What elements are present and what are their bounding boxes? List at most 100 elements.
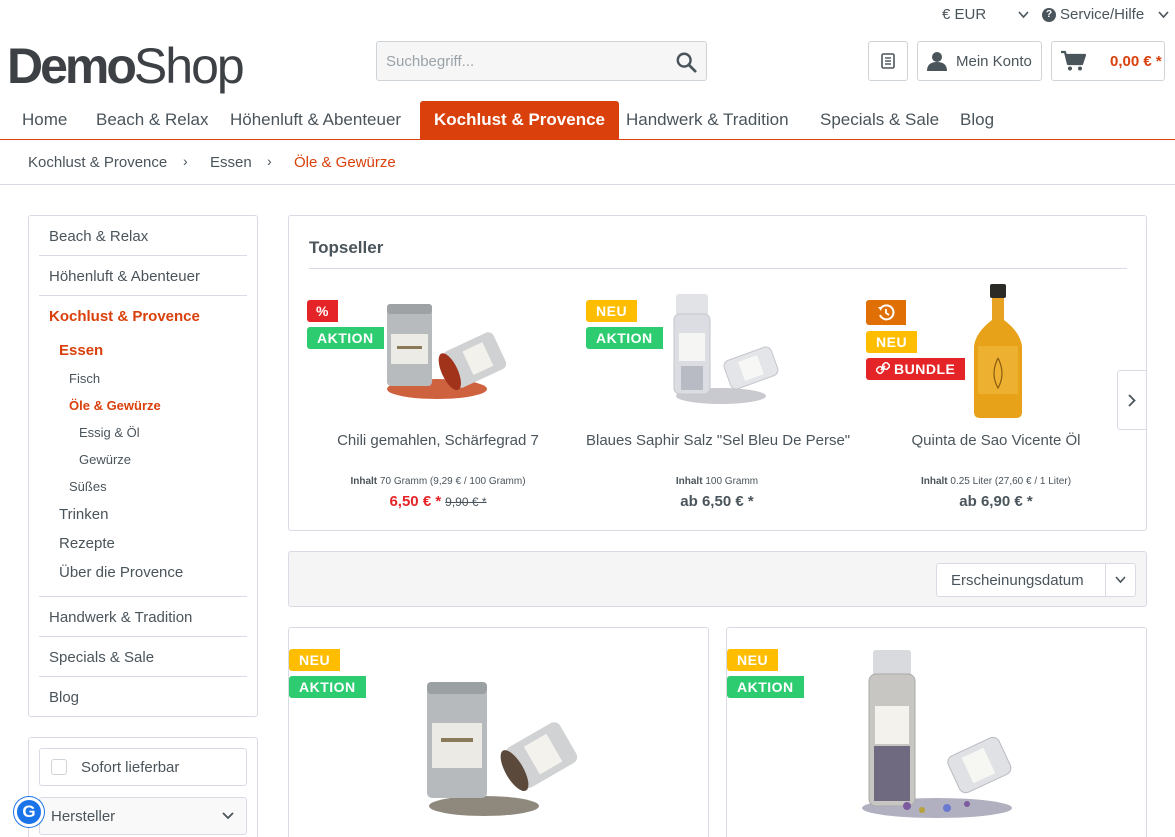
search-box xyxy=(376,41,707,81)
logo-part-demo: Demo xyxy=(7,38,137,94)
content-value: 70 Gramm (9,29 € / 100 Gramm) xyxy=(379,476,526,487)
shop-logo[interactable]: DemoShop xyxy=(7,36,245,96)
product-image-salt[interactable] xyxy=(641,288,791,408)
sidebar-item-blog[interactable]: Blog xyxy=(49,689,79,706)
sidebar-divider xyxy=(39,636,247,637)
topseller-slider: Topseller % AKTION Chili gemahlen, Schär… xyxy=(288,215,1147,531)
chevron-right-icon: › xyxy=(267,153,272,169)
sidebar-item-rezepte[interactable]: Rezepte xyxy=(59,535,115,552)
top-bar: € EUR ? Service/Hilfe xyxy=(0,0,1175,30)
product-image-oil[interactable] xyxy=(968,284,1028,419)
slider-next-button[interactable] xyxy=(1117,370,1147,430)
filter-manufacturer[interactable]: Hersteller xyxy=(39,797,247,835)
content-value: 0.25 Liter (27,60 € / 1 Liter) xyxy=(950,476,1072,487)
breadcrumb-item-current[interactable]: Öle & Gewürze xyxy=(294,154,396,171)
nav-item-home[interactable]: Home xyxy=(22,101,67,139)
sidebar-item-hoehenluft[interactable]: Höhenluft & Abenteuer xyxy=(49,268,200,285)
chevron-right-icon xyxy=(1128,393,1136,407)
sort-dropdown-toggle[interactable] xyxy=(1105,564,1135,596)
sidebar-item-oele-gewuerze[interactable]: Öle & Gewürze xyxy=(69,398,161,413)
sidebar-item-specials[interactable]: Specials & Sale xyxy=(49,649,154,666)
breadcrumb-item-kochlust[interactable]: Kochlust & Provence xyxy=(28,154,167,171)
listing-actions: Erscheinungsdatum xyxy=(288,551,1147,607)
search-input[interactable] xyxy=(377,42,657,80)
sidebar-item-provence[interactable]: Über die Provence xyxy=(59,564,183,581)
nav-item-kochlust[interactable]: Kochlust & Provence xyxy=(420,101,619,139)
service-menu[interactable]: ? Service/Hilfe xyxy=(1042,6,1169,23)
main-navigation: Home Beach & Relax Höhenluft & Abenteuer… xyxy=(0,101,1175,140)
manufacturer-label: Hersteller xyxy=(51,807,116,825)
breadcrumb-item-essen[interactable]: Essen xyxy=(210,154,252,171)
nav-item-handwerk[interactable]: Handwerk & Tradition xyxy=(626,101,789,139)
search-icon[interactable] xyxy=(674,51,698,73)
nav-item-specials[interactable]: Specials & Sale xyxy=(820,101,939,139)
product-price: 6,50 € * 9,90 € * xyxy=(307,493,569,510)
topseller-product-3[interactable]: NEU BUNDLE Quinta de Sao Vicente Öl Inha… xyxy=(865,284,1127,514)
sidebar-item-fisch[interactable]: Fisch xyxy=(69,371,100,386)
cart-icon xyxy=(1061,50,1086,71)
product-price: ab 6,90 € * xyxy=(959,493,1033,510)
cart-amount: 0,00 € * xyxy=(1110,52,1162,70)
breadcrumb: Kochlust & Provence › Essen › Öle & Gewü… xyxy=(0,140,1175,185)
sidebar-item-essen[interactable]: Essen xyxy=(59,342,103,359)
sidebar-item-trinken[interactable]: Trinken xyxy=(59,506,108,523)
nav-item-blog[interactable]: Blog xyxy=(960,101,994,139)
currency-switcher[interactable]: € EUR xyxy=(942,6,1029,23)
product-image-herbs[interactable] xyxy=(847,646,1027,826)
category-sidebar: Beach & Relax Höhenluft & Abenteuer Koch… xyxy=(28,215,258,717)
product-content: Inhalt 0.25 Liter (27,60 € / 1 Liter) xyxy=(865,476,1127,487)
sidebar-divider xyxy=(39,596,247,597)
product-image-chili[interactable] xyxy=(367,294,517,404)
logo-part-shop: Shop xyxy=(133,38,245,94)
topseller-product-2[interactable]: NEU AKTION Blaues Saphir Salz "Sel Bleu … xyxy=(586,284,850,514)
service-label: Service/Hilfe xyxy=(1060,6,1145,23)
sidebar-divider xyxy=(39,676,247,677)
grammar-assistant-icon[interactable]: G xyxy=(14,797,44,827)
link-icon xyxy=(876,361,890,375)
sort-selected-value: Erscheinungsdatum xyxy=(951,571,1084,589)
product-name[interactable]: Quinta de Sao Vicente Öl xyxy=(865,432,1127,449)
question-icon: ? xyxy=(1042,7,1056,22)
topseller-divider xyxy=(309,268,1127,269)
sale-price: 6,50 € * xyxy=(389,493,442,510)
filter-instant-delivery[interactable]: Sofort lieferbar xyxy=(39,748,247,786)
badge-discount: % xyxy=(307,300,338,322)
product-name[interactable]: Blaues Saphir Salz "Sel Bleu De Perse" xyxy=(586,432,850,449)
account-label: Mein Konto xyxy=(956,52,1032,70)
sidebar-divider xyxy=(39,295,247,296)
badge-aktion: AKTION xyxy=(727,676,804,698)
content-label: Inhalt xyxy=(350,476,378,487)
sidebar-item-gewuerze[interactable]: Gewürze xyxy=(79,452,131,467)
chevron-right-icon: › xyxy=(183,153,188,169)
sidebar-item-handwerk[interactable]: Handwerk & Tradition xyxy=(49,609,192,626)
nav-item-beach-relax[interactable]: Beach & Relax xyxy=(96,101,208,139)
sidebar-item-suesses[interactable]: Süßes xyxy=(69,479,107,494)
product-image-pepper[interactable] xyxy=(409,638,589,828)
cart-button[interactable]: 0,00 € * xyxy=(1051,41,1165,81)
badge-neu: NEU xyxy=(289,649,341,671)
sidebar-divider xyxy=(39,255,247,256)
instant-delivery-checkbox[interactable] xyxy=(51,759,67,775)
topseller-title: Topseller xyxy=(309,238,384,257)
product-name[interactable]: Chili gemahlen, Schärfegrad 7 xyxy=(307,432,569,449)
chevron-down-icon xyxy=(222,812,234,820)
content-label: Inhalt xyxy=(675,476,703,487)
history-badge xyxy=(866,300,906,325)
product-box[interactable]: NEU AKTION xyxy=(288,627,709,837)
badge-neu: NEU xyxy=(727,649,779,671)
chevron-down-icon xyxy=(1158,10,1169,18)
user-icon xyxy=(927,52,947,71)
notepad-button[interactable] xyxy=(868,41,908,81)
topseller-product-1[interactable]: % AKTION Chili gemahlen, Schärfegrad 7 I… xyxy=(307,284,569,514)
sort-select[interactable]: Erscheinungsdatum xyxy=(936,563,1136,597)
sidebar-item-essig-oel[interactable]: Essig & Öl xyxy=(79,425,140,440)
sidebar-item-kochlust[interactable]: Kochlust & Provence xyxy=(49,308,200,325)
chevron-down-icon xyxy=(1018,10,1029,18)
product-box[interactable]: NEU AKTION xyxy=(726,627,1147,837)
nav-item-hoehenluft[interactable]: Höhenluft & Abenteuer xyxy=(230,101,401,139)
product-content: Inhalt 100 Gramm xyxy=(586,476,848,487)
chevron-down-icon xyxy=(1115,576,1126,584)
account-button[interactable]: Mein Konto xyxy=(917,41,1042,81)
sidebar-item-beach-relax[interactable]: Beach & Relax xyxy=(49,228,148,245)
product-content: Inhalt 70 Gramm (9,29 € / 100 Gramm) xyxy=(307,476,569,487)
